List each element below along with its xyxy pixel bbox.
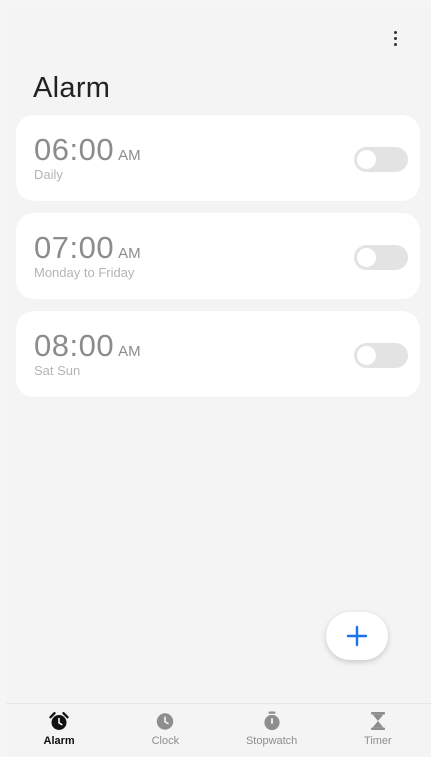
hourglass-icon — [370, 712, 385, 730]
nav-label: Timer — [364, 735, 392, 747]
more-vertical-icon — [393, 30, 397, 34]
nav-tab-clock[interactable]: Clock — [112, 704, 218, 757]
nav-tab-stopwatch[interactable]: Stopwatch — [219, 704, 325, 757]
toggle-knob — [357, 150, 376, 169]
alarm-list: 06:00 AM Daily 07:00 AM Monday to Friday… — [16, 115, 420, 409]
alarm-toggle[interactable] — [354, 147, 408, 172]
alarm-repeat: Daily — [34, 167, 63, 182]
nav-tab-timer[interactable]: Timer — [325, 704, 431, 757]
plus-icon — [346, 625, 368, 647]
alarm-repeat: Sat Sun — [34, 363, 81, 378]
alarm-ampm: AM — [118, 343, 141, 360]
stopwatch-icon — [264, 711, 280, 731]
nav-tab-alarm[interactable]: Alarm — [6, 704, 112, 757]
page-title: Alarm — [33, 72, 111, 104]
add-alarm-button[interactable] — [326, 612, 388, 660]
bottom-nav: Alarm Clock Stopwatch Timer — [6, 703, 431, 757]
alarm-clock-icon — [49, 712, 69, 730]
alarm-time-row: 08:00 AM — [34, 328, 141, 364]
alarm-time: 07:00 — [34, 230, 115, 265]
alarm-toggle[interactable] — [354, 245, 408, 270]
alarm-screen: Alarm 06:00 AM Daily 07:00 AM Monday to … — [6, 10, 431, 757]
alarm-ampm: AM — [118, 245, 141, 262]
more-options-button[interactable] — [383, 24, 407, 52]
more-vertical-icon-dot — [393, 36, 397, 40]
alarm-card-0600[interactable]: 06:00 AM Daily — [16, 115, 420, 201]
toggle-knob — [357, 248, 376, 267]
alarm-card-0700[interactable]: 07:00 AM Monday to Friday — [16, 213, 420, 299]
alarm-card-0800[interactable]: 08:00 AM Sat Sun — [16, 311, 420, 397]
nav-label: Clock — [151, 735, 180, 747]
alarm-time-row: 07:00 AM — [34, 230, 141, 266]
toggle-knob — [357, 346, 376, 365]
alarm-toggle[interactable] — [354, 343, 408, 368]
alarm-time-row: 06:00 AM — [34, 132, 141, 168]
alarm-ampm: AM — [118, 147, 141, 164]
more-vertical-icon-dot — [393, 42, 397, 46]
alarm-time: 08:00 — [34, 328, 115, 363]
alarm-time: 06:00 — [34, 132, 115, 167]
nav-label: Stopwatch — [245, 735, 298, 747]
nav-label: Alarm — [43, 735, 75, 747]
alarm-repeat: Monday to Friday — [34, 265, 135, 280]
clock-icon — [157, 713, 174, 730]
